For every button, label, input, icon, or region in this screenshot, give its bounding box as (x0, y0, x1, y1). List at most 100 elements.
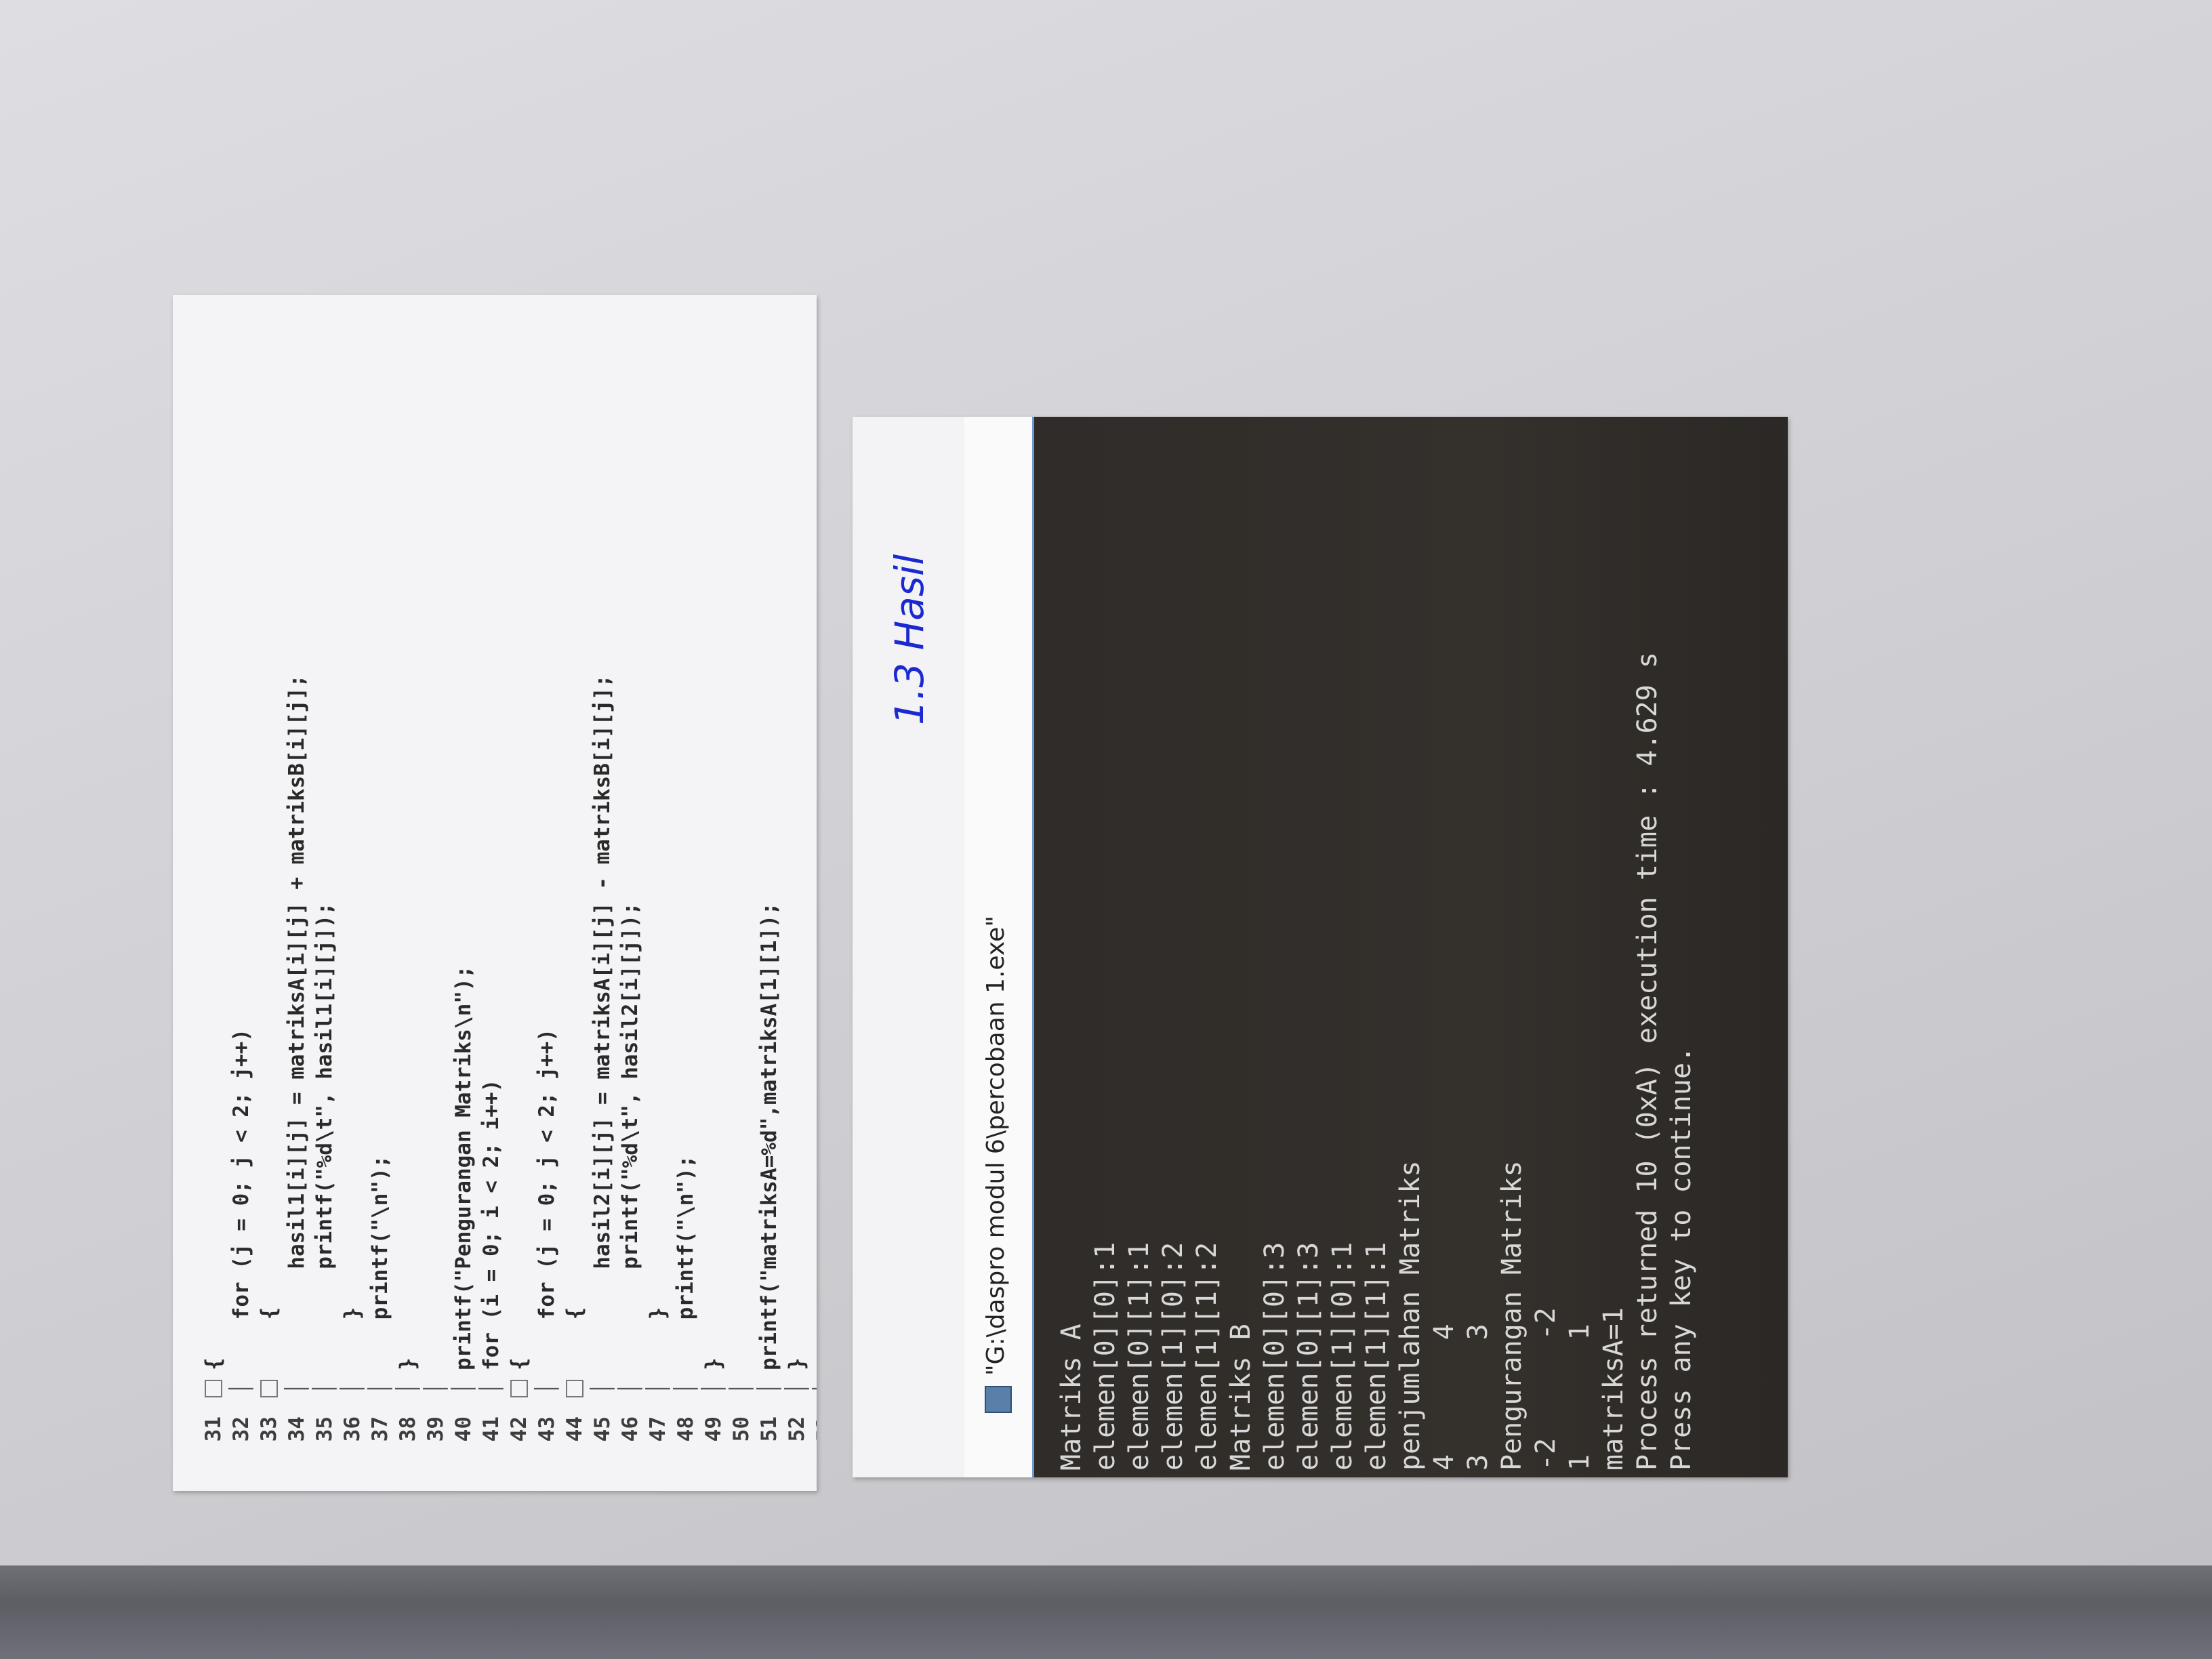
code-snippet-printout: 31{32│ for (j = 0; j < 2; j++) 33 {34│ ha… (173, 295, 817, 1491)
line-number: 40 (451, 1416, 476, 1442)
console-printout-content: 1.3 Hasil "G:\daspro modul 6\percobaan 1… (853, 417, 1788, 1477)
fold-gutter: │ (479, 1382, 504, 1395)
fold-toggle-icon[interactable] (565, 1380, 583, 1397)
fold-gutter: │ (811, 1370, 817, 1407)
fold-gutter: │ (285, 1382, 309, 1395)
console-output-line: Pengurangan Matriks (1496, 1160, 1528, 1471)
code-text: for (i = 0; i < 2; i++) (479, 1079, 504, 1370)
code-line: 44 { (561, 295, 589, 1491)
line-number: 35 (312, 1416, 337, 1442)
line-number: 34 (285, 1416, 309, 1442)
fold-gutter: │ (618, 1382, 642, 1395)
handwritten-heading: 1.3 Hasil (886, 554, 933, 725)
code-line: 36 │ } (339, 295, 367, 1491)
fold-gutter: │ (229, 1382, 253, 1395)
code-editor-view: 31{32│ for (j = 0; j < 2; j++) 33 {34│ ha… (173, 295, 817, 1491)
line-number: 39 (424, 1416, 448, 1442)
code-line: 45 │ hasil2[i][j] = matriksA[i][j] - matr… (589, 295, 617, 1491)
fold-gutter (561, 1370, 589, 1407)
code-text: hasil2[i][j] = matriksA[i][j] - matriksB… (590, 674, 615, 1370)
line-number: 51 (757, 1416, 781, 1442)
desk-edge (0, 1565, 2212, 1659)
fold-gutter: │ (590, 1382, 615, 1395)
code-line: 48 │ printf("\n"); (672, 295, 700, 1491)
code-text: printf("\n"); (368, 1155, 392, 1370)
code-line: 42 { (506, 295, 533, 1491)
code-text: for (j = 0; j < 2; j++) (229, 1029, 253, 1370)
code-text: printf("%d\t", hasil2[i][j]); (618, 902, 642, 1370)
fold-gutter (200, 1370, 228, 1407)
console-output-line: elemen[0][1]:1 (1124, 1242, 1155, 1471)
console-output: execution time : 4.629 s Matriks Aelemen… (1034, 417, 1788, 1477)
fold-gutter: │ (701, 1382, 726, 1395)
line-number: 48 (674, 1416, 698, 1442)
console-output-line: Matriks A (1056, 1324, 1087, 1471)
code-line: 37 │ printf("\n"); (367, 295, 394, 1491)
line-number: 46 (618, 1416, 642, 1442)
code-text: printf("\n"); (674, 1155, 698, 1370)
line-number: 37 (368, 1416, 392, 1442)
fold-toggle-icon[interactable] (204, 1380, 222, 1397)
fold-gutter: │ (785, 1382, 809, 1395)
line-number: 52 (785, 1416, 809, 1442)
line-number: 50 (729, 1416, 754, 1442)
console-title-bar: "G:\daspro modul 6\percobaan 1.exe" (964, 417, 1034, 1477)
fold-toggle-icon[interactable] (260, 1380, 278, 1397)
fold-gutter: │ (757, 1382, 781, 1395)
console-output-line: elemen[0][0]:3 (1259, 1242, 1290, 1471)
code-line: 43 │ for (j = 0; j < 2; j++) (533, 295, 561, 1491)
fold-toggle-icon[interactable] (510, 1380, 528, 1397)
line-number: 32 (229, 1416, 253, 1442)
fold-gutter: │ (646, 1382, 670, 1395)
console-output-line: elemen[1][0]:1 (1327, 1242, 1358, 1471)
code-line: 32 │ for (j = 0; j < 2; j++) (228, 295, 255, 1491)
code-line: 38 │} (394, 295, 422, 1491)
code-line: 31 { (200, 295, 228, 1491)
code-line: 39 │ (422, 295, 450, 1491)
code-line: 50 │ (728, 295, 756, 1491)
console-output-line: 1 1 (1564, 1324, 1595, 1471)
code-line: 46 │ printf("%d\t", hasil2[i][j]); (617, 295, 644, 1491)
console-printout: 1.3 Hasil "G:\daspro modul 6\percobaan 1… (853, 417, 1788, 1477)
line-number: 43 (535, 1416, 559, 1442)
code-line: 52 │} (783, 295, 811, 1491)
code-line: 33 { (255, 295, 283, 1491)
console-output-line: 3 3 (1462, 1324, 1494, 1471)
fold-gutter: │ (424, 1382, 448, 1395)
code-line: 49 │} (700, 295, 728, 1491)
console-output-line: penjumlahan Matriks (1395, 1160, 1426, 1471)
console-window-title: "G:\daspro modul 6\percobaan 1.exe" (982, 916, 1010, 1376)
console-output-line: 4 4 (1429, 1324, 1460, 1471)
code-line: 47 │ } (644, 295, 672, 1491)
code-text: } (701, 1357, 726, 1370)
code-text: } (646, 1307, 670, 1370)
line-number: 42 (507, 1416, 531, 1442)
code-text: printf("matriksA=%d",matriksA[1][1]); (757, 902, 781, 1370)
line-number: 36 (340, 1416, 365, 1442)
console-output-line: Matriks B (1225, 1324, 1256, 1471)
code-text: hasil1[i][j] = matriksA[i][j] + matriksB… (285, 674, 309, 1370)
code-text: { (201, 1357, 226, 1370)
fold-gutter: │ (535, 1382, 559, 1395)
code-line: 34 │ hasil1[i][j] = matriksA[i][j] + matr… (283, 295, 311, 1491)
console-app-icon (985, 1386, 1012, 1413)
console-output-line: matriksA=1 (1598, 1307, 1629, 1471)
fold-gutter (506, 1370, 533, 1407)
fold-gutter: │ (396, 1382, 420, 1395)
console-output-line: elemen[0][1]:3 (1293, 1242, 1324, 1471)
console-output-line: elemen[1][1]:2 (1191, 1242, 1223, 1471)
fold-gutter (255, 1370, 283, 1407)
code-text: printf("%d\t", hasil1[i][j]); (312, 902, 337, 1370)
code-text: printf("Pengurangan Matriks\n"); (451, 965, 476, 1370)
code-text: for (j = 0; j < 2; j++) (535, 1029, 559, 1370)
code-text: } (785, 1357, 809, 1370)
code-line: 41 │ for (i = 0; i < 2; i++) (478, 295, 506, 1491)
code-line: 53 │ (811, 295, 817, 1491)
code-line: 35 │ printf("%d\t", hasil1[i][j]); (311, 295, 339, 1491)
console-output-line: elemen[0][0]:1 (1090, 1242, 1121, 1471)
console-output-line: Press any key to continue. (1666, 1046, 1697, 1471)
execution-time-text: execution time : 4.629 s (1632, 652, 1663, 1044)
code-line: 51 │ printf("matriksA=%d",matriksA[1][1]); (756, 295, 783, 1491)
console-output-line: -2 -2 (1530, 1307, 1561, 1471)
fold-gutter: │ (312, 1382, 337, 1395)
